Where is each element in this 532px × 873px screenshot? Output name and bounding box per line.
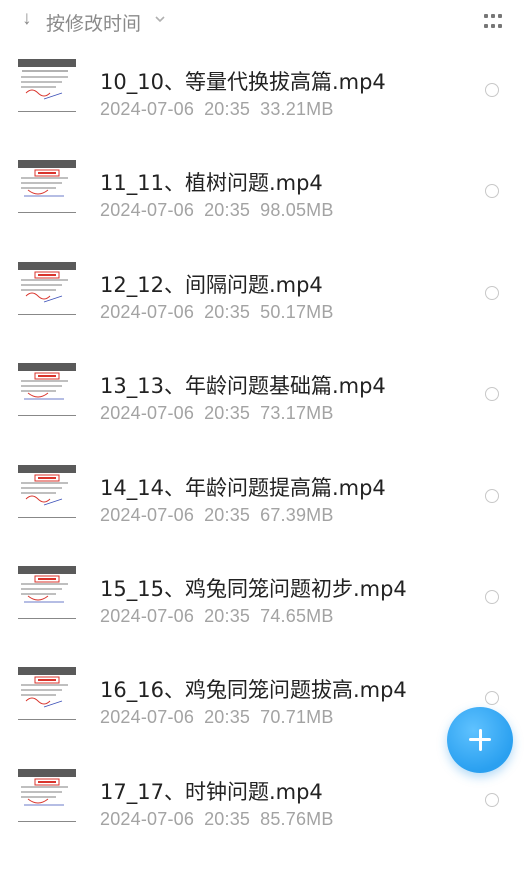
file-date: 2024-07-06 [100, 99, 195, 119]
file-meta: 2024-07-06 20:35 98.05MB [100, 200, 334, 221]
video-thumbnail[interactable] [18, 768, 76, 829]
file-time: 20:35 [204, 200, 251, 221]
file-size: 50.17MB [260, 301, 334, 322]
file-date: 2024-07-06 [100, 808, 195, 829]
select-radio[interactable] [485, 488, 499, 503]
file-row[interactable]: 12_12、间隔问题.mp4 2024-07-06 20:35 50.17MB [0, 261, 532, 366]
grid-view-icon[interactable] [484, 14, 504, 30]
file-size: 74.65MB [260, 606, 334, 626]
file-name[interactable]: 16_16、鸡兔同笼问题拔高.mp4 [100, 674, 407, 704]
video-thumbnail[interactable] [18, 667, 76, 727]
file-time: 20:35 [204, 504, 251, 525]
file-name[interactable]: 14_14、年龄问题提高篇.mp4 [100, 472, 386, 502]
file-date: 2024-07-06 [100, 200, 195, 221]
file-time: 20:35 [204, 606, 251, 626]
file-meta: 2024-07-06 20:35 70.71MB [100, 707, 334, 728]
file-name[interactable]: 17_17、时钟问题.mp4 [100, 776, 323, 806]
file-size: 73.17MB [260, 403, 334, 424]
file-meta: 2024-07-06 20:35 74.65MB [100, 606, 334, 627]
file-size: 98.05MB [260, 200, 334, 221]
file-name[interactable]: 13_13、年龄问题基础篇.mp4 [100, 370, 386, 400]
file-time: 20:35 [204, 808, 251, 829]
file-name[interactable]: 10_10、等量代换拔高篇.mp4 [100, 66, 386, 96]
file-meta: 2024-07-06 20:35 50.17MB [100, 302, 334, 323]
select-radio[interactable] [485, 184, 499, 199]
file-time: 20:35 [204, 403, 251, 424]
file-size: 67.39MB [260, 504, 334, 525]
file-date: 2024-07-06 [100, 707, 195, 728]
file-row[interactable]: 14_14、年龄问题提高篇.mp4 2024-07-06 20:35 67.39MB [0, 464, 532, 569]
file-date: 2024-07-06 [100, 504, 195, 525]
file-meta: 2024-07-06 20:35 67.39MB [100, 505, 334, 526]
file-row[interactable]: 17_17、时钟问题.mp4 2024-07-06 20:35 85.76MB [0, 768, 532, 873]
file-time: 20:35 [204, 707, 251, 728]
select-radio[interactable] [485, 691, 499, 706]
chevron-down-icon[interactable] [153, 13, 167, 25]
file-meta: 2024-07-06 20:35 33.21MB [100, 99, 334, 120]
file-date: 2024-07-06 [100, 606, 195, 626]
sort-bar[interactable]: ↓ 按修改时间 [0, 0, 532, 40]
file-row[interactable]: 10_10、等量代换拔高篇.mp4 2024-07-06 20:35 33.21MB [0, 59, 532, 163]
select-radio[interactable] [485, 792, 499, 807]
add-button[interactable] [447, 707, 513, 773]
file-size: 70.71MB [260, 707, 334, 728]
file-date: 2024-07-06 [100, 301, 195, 322]
file-meta: 2024-07-06 20:35 73.17MB [100, 403, 334, 424]
video-thumbnail[interactable] [18, 464, 76, 525]
file-meta: 2024-07-06 20:35 85.76MB [100, 809, 334, 830]
file-date: 2024-07-06 [100, 403, 195, 424]
sort-direction-icon[interactable]: ↓ [22, 8, 32, 30]
video-thumbnail[interactable] [18, 59, 76, 119]
select-radio[interactable] [485, 387, 499, 402]
select-radio[interactable] [485, 83, 499, 97]
select-radio[interactable] [485, 285, 499, 300]
file-size: 85.76MB [260, 808, 334, 829]
file-name[interactable]: 12_12、间隔问题.mp4 [100, 269, 323, 299]
video-thumbnail[interactable] [18, 261, 76, 322]
file-time: 20:35 [204, 301, 251, 322]
video-thumbnail[interactable] [18, 566, 76, 626]
sort-label[interactable]: 按修改时间 [46, 9, 141, 36]
file-row[interactable]: 15_15、鸡兔同笼问题初步.mp4 2024-07-06 20:35 74.65MB [0, 566, 532, 670]
file-time: 20:35 [204, 99, 251, 119]
file-row[interactable]: 11_11、植树问题.mp4 2024-07-06 20:35 98.05MB [0, 160, 532, 264]
video-thumbnail[interactable] [18, 363, 76, 423]
file-row[interactable]: 13_13、年龄问题基础篇.mp4 2024-07-06 20:35 73.17MB [0, 363, 532, 467]
file-name[interactable]: 11_11、植树问题.mp4 [100, 167, 323, 197]
file-name[interactable]: 15_15、鸡兔同笼问题初步.mp4 [100, 573, 407, 603]
video-thumbnail[interactable] [18, 160, 76, 220]
file-size: 33.21MB [260, 99, 334, 119]
select-radio[interactable] [485, 590, 499, 604]
